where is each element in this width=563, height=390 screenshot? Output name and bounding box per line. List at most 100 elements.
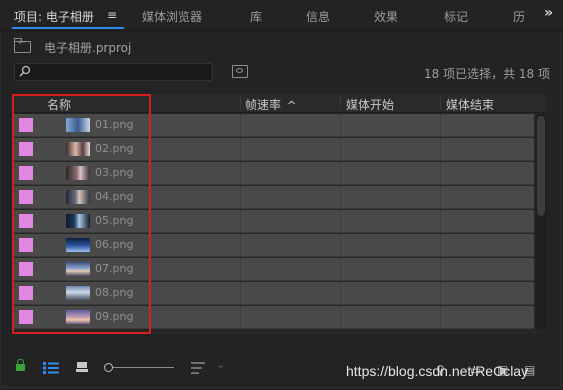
image-thumbnail: [66, 142, 90, 156]
column-divider[interactable]: [240, 96, 241, 110]
cell-divider: [340, 282, 341, 304]
zoom-slider[interactable]: [104, 362, 174, 374]
cell-divider: [440, 258, 441, 280]
tab-history[interactable]: 历: [513, 8, 525, 25]
sort-ascending-icon: ^: [287, 99, 297, 112]
selection-status: 18 项已选择，共 18 项: [424, 67, 550, 81]
panel-menu-icon[interactable]: ≡: [107, 8, 117, 22]
column-divider[interactable]: [340, 96, 341, 110]
label-color-swatch[interactable]: [19, 286, 33, 300]
scrollbar-thumb[interactable]: [537, 116, 545, 216]
column-header-media-end[interactable]: 媒体结束: [446, 96, 494, 113]
tab-overflow-icon[interactable]: »: [544, 5, 553, 21]
tab-project[interactable]: 项目: 电子相册: [14, 8, 94, 25]
project-items-table: 名称 帧速率 ^ 媒体开始 媒体结束 01.png 02.png 03.png 0…: [12, 94, 546, 334]
cell-divider: [240, 162, 241, 184]
cell-divider: [340, 306, 341, 328]
file-name: 05.png: [95, 214, 134, 227]
chevron-down-icon[interactable]: ⌄: [216, 358, 225, 371]
file-name: 03.png: [95, 166, 134, 179]
tab-library[interactable]: 库: [250, 8, 262, 25]
image-thumbnail: [66, 190, 90, 204]
table-header: 名称 帧速率 ^ 媒体开始 媒体结束: [12, 94, 546, 113]
cell-divider: [240, 306, 241, 328]
cell-divider: [440, 138, 441, 160]
label-color-swatch[interactable]: [19, 262, 33, 276]
cell-divider: [340, 234, 341, 256]
watermark-text: https://blog.csdn.net/ReCclay: [346, 363, 529, 379]
find-bin-icon[interactable]: [232, 65, 248, 78]
cell-divider: [440, 234, 441, 256]
image-thumbnail: [66, 118, 90, 132]
search-icon: [19, 65, 31, 77]
tab-info[interactable]: 信息: [306, 8, 330, 25]
table-row[interactable]: 07.png: [12, 258, 534, 281]
label-color-swatch[interactable]: [19, 238, 33, 252]
icon-view-icon[interactable]: [76, 362, 88, 372]
table-row[interactable]: 06.png: [12, 234, 534, 257]
tab-markers[interactable]: 标记: [444, 8, 468, 25]
image-thumbnail: [66, 262, 90, 276]
cell-divider: [240, 282, 241, 304]
file-name: 02.png: [95, 142, 134, 155]
cell-divider: [240, 186, 241, 208]
cell-divider: [240, 234, 241, 256]
tab-media-browser[interactable]: 媒体浏览器: [142, 8, 202, 25]
project-file-name: 电子相册.prproj: [44, 41, 132, 55]
file-name: 01.png: [95, 118, 134, 131]
label-color-swatch[interactable]: [19, 190, 33, 204]
zoom-slider-knob[interactable]: [104, 363, 113, 372]
cell-divider: [340, 186, 341, 208]
file-name: 08.png: [95, 286, 134, 299]
list-view-icon[interactable]: [43, 362, 59, 374]
zoom-slider-track: [112, 367, 174, 368]
table-row[interactable]: 05.png: [12, 210, 534, 233]
label-color-swatch[interactable]: [19, 214, 33, 228]
table-row[interactable]: 09.png: [12, 306, 534, 329]
column-divider[interactable]: [440, 96, 441, 110]
label-color-swatch[interactable]: [19, 118, 33, 132]
column-header-name[interactable]: 名称: [47, 96, 71, 113]
file-name: 04.png: [95, 190, 134, 203]
file-name: 06.png: [95, 238, 134, 251]
image-thumbnail: [66, 310, 90, 324]
panel-tab-bar: 项目: 电子相册 ≡ 媒体浏览器 库 信息 效果 标记 历 »: [0, 0, 563, 31]
cell-divider: [340, 210, 341, 232]
image-thumbnail: [66, 286, 90, 300]
tab-effects[interactable]: 效果: [374, 8, 398, 25]
table-row[interactable]: 08.png: [12, 282, 534, 305]
search-input[interactable]: [14, 63, 213, 81]
table-row[interactable]: 01.png: [12, 114, 534, 137]
cell-divider: [240, 258, 241, 280]
column-header-frame-rate[interactable]: 帧速率 ^: [245, 96, 296, 113]
cell-divider: [440, 114, 441, 136]
label-color-swatch[interactable]: [19, 142, 33, 156]
table-row[interactable]: 03.png: [12, 162, 534, 185]
cell-divider: [340, 162, 341, 184]
active-tab-indicator: [12, 27, 124, 29]
lock-icon[interactable]: [16, 359, 25, 371]
table-row[interactable]: 04.png: [12, 186, 534, 209]
parent-folder-icon[interactable]: [14, 38, 31, 53]
label-color-swatch[interactable]: [19, 310, 33, 324]
cell-divider: [240, 210, 241, 232]
image-thumbnail: [66, 166, 90, 180]
cell-divider: [240, 114, 241, 136]
cell-divider: [240, 138, 241, 160]
cell-divider: [440, 186, 441, 208]
image-thumbnail: [66, 214, 90, 228]
cell-divider: [440, 162, 441, 184]
image-thumbnail: [66, 238, 90, 252]
vertical-scrollbar[interactable]: [536, 114, 546, 329]
table-row[interactable]: 02.png: [12, 138, 534, 161]
sort-menu-icon[interactable]: [191, 362, 205, 374]
cell-divider: [440, 210, 441, 232]
label-color-swatch[interactable]: [19, 166, 33, 180]
cell-divider: [340, 138, 341, 160]
column-header-media-start[interactable]: 媒体开始: [346, 96, 394, 113]
file-name: 07.png: [95, 262, 134, 275]
cell-divider: [440, 282, 441, 304]
cell-divider: [340, 258, 341, 280]
file-name: 09.png: [95, 310, 134, 323]
column-header-frame-rate-label: 帧速率: [245, 98, 282, 112]
